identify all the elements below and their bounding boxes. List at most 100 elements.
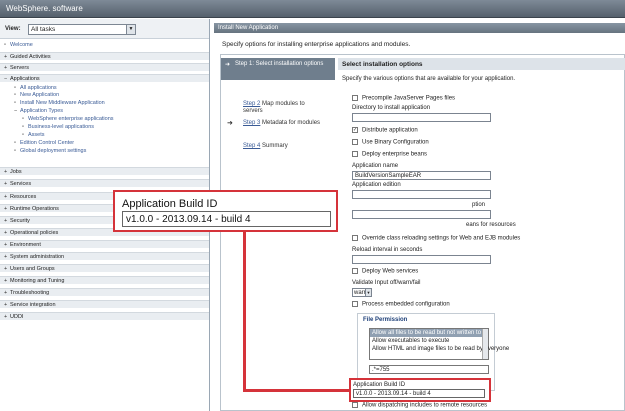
nav-item[interactable]: + Jobs (0, 167, 209, 175)
partial-label: ption (472, 202, 486, 208)
nav-item-label: Resources (10, 194, 37, 200)
precompile-label: Precompile JavaServer Pages files (362, 95, 456, 102)
list-item[interactable]: Allow all files to be read but not writt… (370, 329, 488, 337)
checkbox-box[interactable] (352, 268, 358, 274)
step-3-link[interactable]: Step 3 (243, 120, 260, 126)
options-description: Specify the various options that are ava… (342, 76, 516, 82)
file-permission-list[interactable]: Allow all files to be read but not writt… (369, 328, 509, 360)
install-wizard: ➜ Step 1: Select installation options St… (220, 54, 625, 411)
checkbox-box[interactable] (352, 235, 358, 241)
validate-select[interactable]: warn ▼ (352, 288, 372, 297)
deploy-beans-checkbox[interactable]: Deploy enterprise beans (352, 151, 427, 159)
nav-item[interactable]: + Users and Groups (0, 264, 209, 272)
chevron-down-icon[interactable]: ▼ (126, 25, 135, 34)
nav-item-label: Applications (10, 76, 40, 82)
checkbox-box[interactable] (352, 402, 358, 408)
views-label: View: (5, 26, 21, 32)
nav-item[interactable]: ▫ Welcome (0, 41, 209, 49)
precompile-checkbox[interactable]: Precompile JavaServer Pages files (352, 95, 455, 103)
nav-item[interactable]: ▫ WebSphere enterprise applications (0, 115, 209, 123)
list-item[interactable]: Allow HTML and image files to be read by… (370, 345, 509, 353)
nav-item-label: Service integration (10, 302, 56, 308)
nav-item[interactable]: + System administration (0, 252, 209, 260)
nav-item[interactable]: ▫ New Application (0, 91, 209, 99)
nav-item-label: Assets (28, 132, 45, 138)
step-4[interactable]: Step 4 Summary (243, 143, 323, 150)
checkbox-box[interactable] (352, 95, 358, 101)
nav-item-label: Runtime Operations (10, 206, 59, 212)
checkbox-checked[interactable]: ✓ (352, 127, 358, 133)
distribute-label: Distribute application (362, 127, 418, 134)
nav-item[interactable]: + Troubleshooting (0, 288, 209, 296)
step-2-link[interactable]: Step 2 (243, 101, 260, 107)
nav-item[interactable]: + Service integration (0, 300, 209, 308)
nav-item[interactable]: + Services (0, 179, 209, 187)
nav-item[interactable]: ▫ Business-level applications (0, 123, 209, 131)
nav-item-label: Application Types (20, 108, 64, 114)
callout-connector-vertical (243, 232, 246, 392)
current-step-arrow-icon: ➜ (225, 62, 231, 68)
views-select[interactable]: All tasks ▼ (28, 24, 136, 35)
nav-item[interactable]: + UDDI (0, 312, 209, 320)
binary-checkbox[interactable]: Use Binary Configuration (352, 139, 429, 147)
partial-beans-label: eans for resources (466, 222, 516, 228)
override-checkbox[interactable]: Override class reloading settings for We… (352, 235, 520, 243)
deploy-beans-label: Deploy enterprise beans (362, 151, 428, 158)
nav-item-label: New Application (20, 92, 60, 98)
app-name-label: Application name (352, 163, 399, 169)
build-id-label: Application Build ID (353, 382, 406, 388)
reload-input[interactable] (352, 255, 491, 264)
top-banner: WebSphere. software (0, 0, 625, 18)
nav-item[interactable]: + Guided Activities (0, 52, 209, 60)
callout-connector-horizontal (243, 389, 349, 392)
process-embedded-checkbox[interactable]: Process embedded configuration (352, 301, 450, 309)
checkbox-box[interactable] (352, 151, 358, 157)
file-permission-title: File Permission (363, 317, 408, 323)
checkbox-box[interactable] (352, 139, 358, 145)
nav-item-label: Welcome (10, 42, 33, 48)
build-id-input[interactable]: v1.0.0 - 2013.09.14 - build 4 (353, 389, 485, 398)
step-3-text: Metadata for modules (260, 120, 321, 126)
nav-item[interactable]: ▫ Edition Control Center (0, 139, 209, 147)
file-permission-mask-input[interactable]: .*=755 (369, 365, 489, 374)
nav-item-label: Global deployment settings (20, 148, 87, 154)
step-2[interactable]: Step 2 Map modules to servers (243, 101, 323, 115)
views-bar: View: All tasks ▼ (0, 19, 209, 39)
nav-item[interactable]: ▫ Install New Middleware Application (0, 99, 209, 107)
app-name-input[interactable]: BuildVersionSampleEAR (352, 171, 491, 180)
directory-input[interactable] (352, 113, 491, 122)
nav-item-label: Monitoring and Tuning (10, 278, 65, 284)
page-title-bar: Install New Application (214, 23, 625, 33)
nav-item-label: Edition Control Center (20, 140, 75, 146)
distribute-checkbox[interactable]: ✓ Distribute application (352, 127, 418, 135)
nav-item[interactable]: + Environment (0, 240, 209, 248)
brand-suffix: software (50, 4, 83, 13)
step-4-link[interactable]: Step 4 (243, 143, 260, 149)
nav-item[interactable]: + Servers (0, 63, 209, 71)
nav-item[interactable]: − Application Types (0, 107, 209, 115)
step-1-label: Step 1: Select installation options (235, 61, 324, 67)
callout-title: Application Build ID (122, 198, 218, 210)
checkbox-box[interactable] (352, 301, 358, 307)
dispatching-checkbox[interactable]: Allow dispatching includes to remote res… (352, 402, 487, 410)
partial-input[interactable] (352, 210, 491, 219)
list-item[interactable]: Allow executables to execute (370, 337, 488, 345)
build-id-callout: Application Build ID v1.0.0 - 2013.09.14… (113, 190, 338, 232)
list-scrollbar[interactable] (482, 329, 488, 359)
step-3[interactable]: ➜ Step 3 Metadata for modules (227, 120, 323, 127)
nav-item-label: Troubleshooting (10, 290, 50, 296)
page-description: Specify options for installing enterpris… (222, 41, 411, 48)
edition-label: Application edition (352, 182, 401, 188)
nav-item-label: Environment (10, 242, 41, 248)
nav-item-label: UDDI (10, 314, 24, 320)
nav-item-label: Operational policies (10, 230, 59, 236)
nav-item[interactable]: − Applications (0, 74, 209, 82)
edition-input[interactable] (352, 190, 491, 199)
nav-item[interactable]: ▫ Global deployment settings (0, 147, 209, 155)
nav-item[interactable]: + Monitoring and Tuning (0, 276, 209, 284)
directory-label: Directory to install application (352, 105, 431, 111)
deploy-ws-checkbox[interactable]: Deploy Web services (352, 268, 418, 276)
chevron-down-icon[interactable]: ▼ (365, 289, 371, 296)
views-select-value: All tasks (31, 26, 56, 33)
nav-item[interactable]: ▫ Assets (0, 131, 209, 139)
